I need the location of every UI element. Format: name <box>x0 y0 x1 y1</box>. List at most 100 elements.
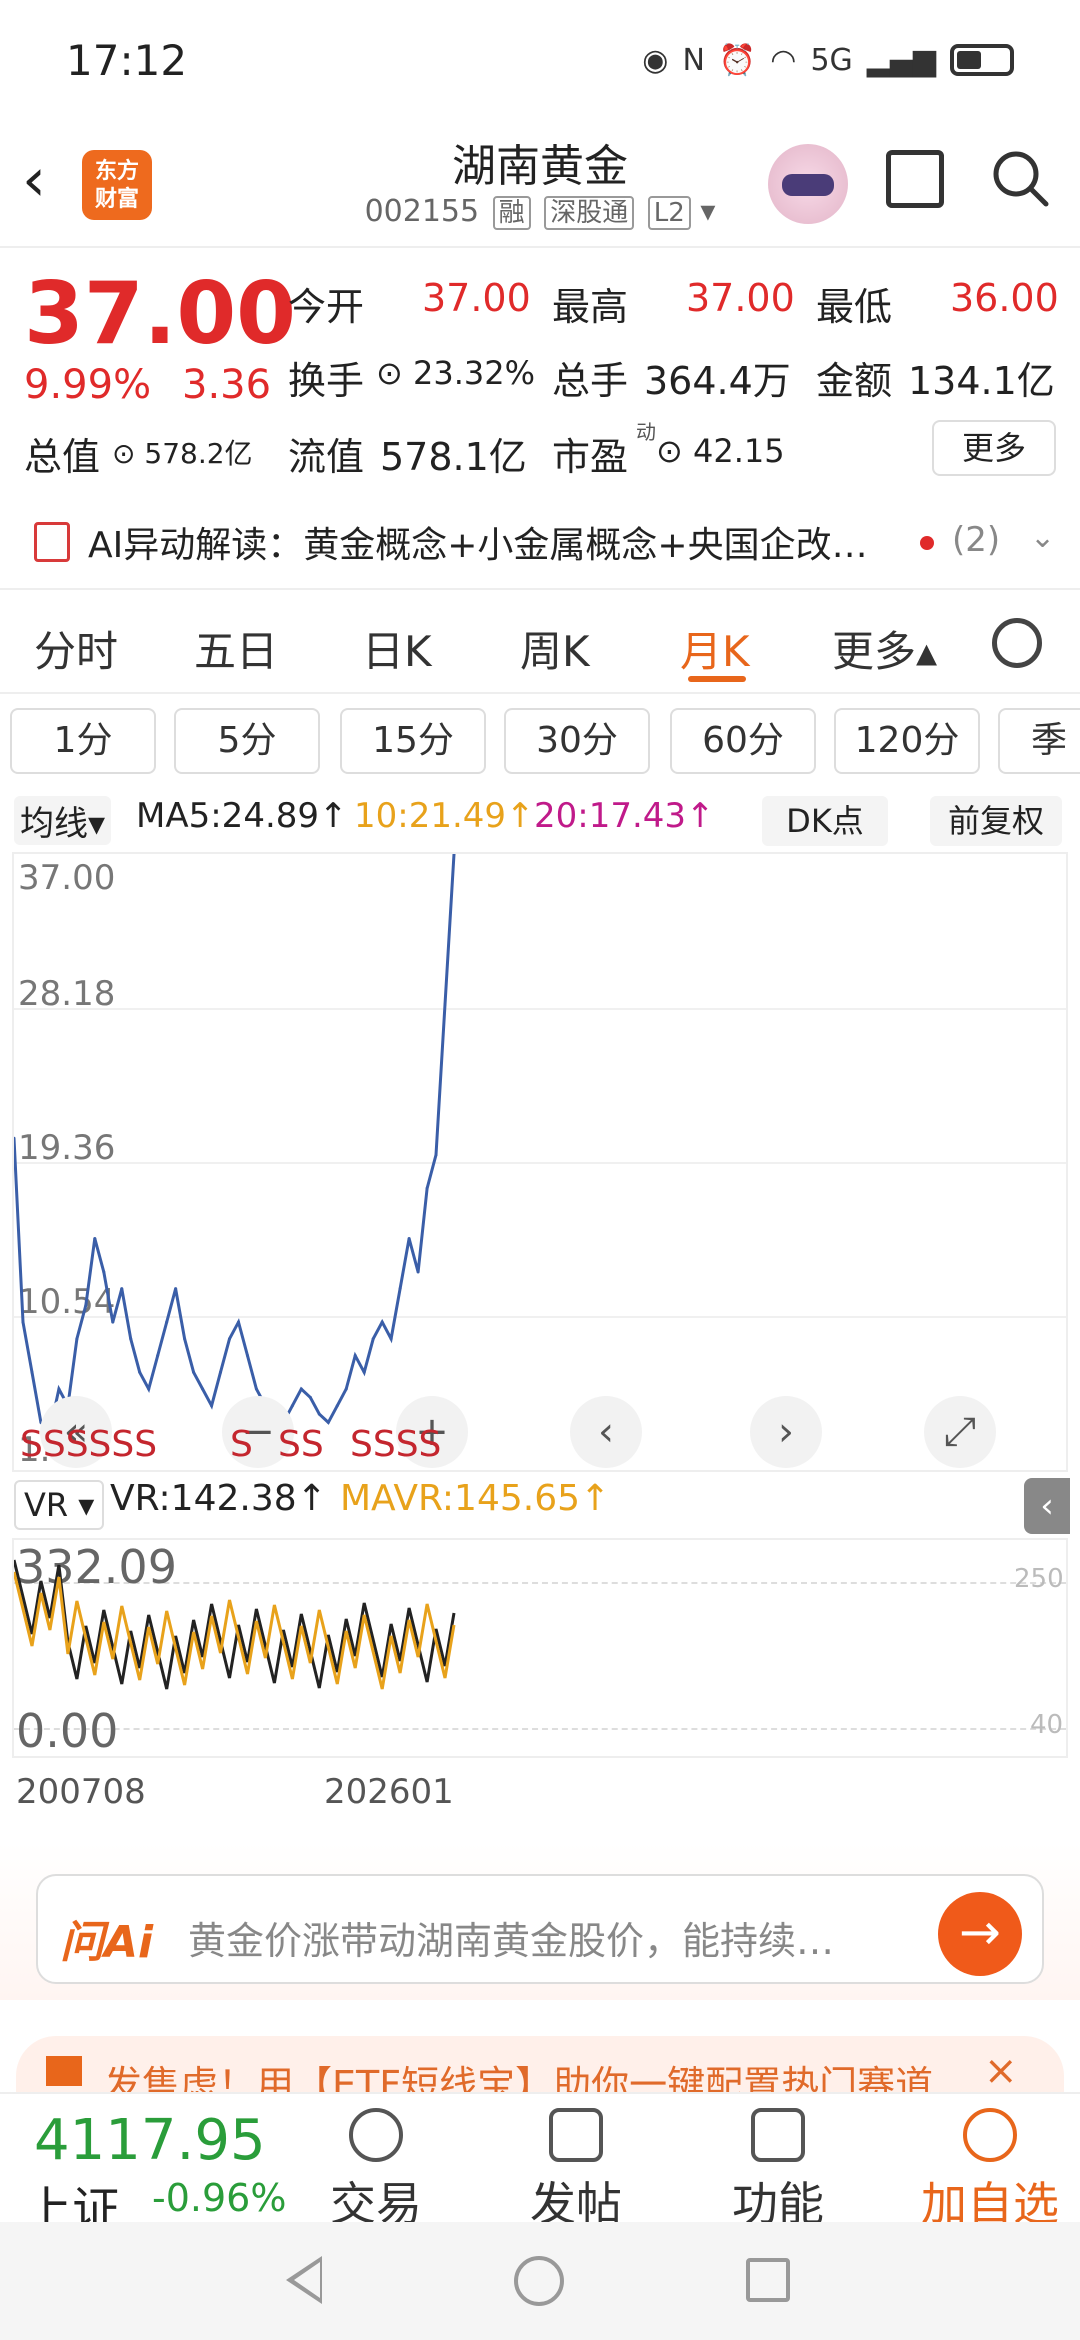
index-value[interactable]: 4117.95 <box>34 2108 266 2173</box>
interval-quarter[interactable]: 季 <box>998 708 1080 774</box>
price-point <box>129 1337 133 1341</box>
turnover-value: ⊙ 23.32% <box>376 354 535 392</box>
price-point <box>210 1404 214 1408</box>
interval-30m[interactable]: 30分 <box>504 708 650 774</box>
price-point <box>434 1153 438 1157</box>
system-recents-icon[interactable] <box>746 2258 790 2302</box>
system-home-icon[interactable] <box>514 2256 564 2306</box>
price-point <box>84 1303 88 1307</box>
price-point <box>407 1237 411 1241</box>
megaphone-icon <box>46 2056 82 2086</box>
tab-weekly[interactable]: 周K <box>520 618 590 679</box>
turnover-stat: 换手 <box>288 359 365 403</box>
post-button[interactable]: 发帖 <box>506 2108 646 2234</box>
high-stat: 最高 <box>552 285 629 329</box>
price-series-line <box>14 854 456 1434</box>
volume-stat: 总手 <box>552 359 629 403</box>
expand-icon[interactable]: ⤢ <box>924 1396 996 1468</box>
gear-icon[interactable] <box>992 618 1042 668</box>
share-icon[interactable] <box>886 150 944 208</box>
ai-doc-icon <box>34 522 70 562</box>
chevron-left-icon[interactable]: ‹ <box>570 1396 642 1468</box>
system-back-icon[interactable] <box>286 2256 322 2304</box>
battery-icon <box>950 44 1014 76</box>
plus-circle-icon <box>963 2108 1017 2162</box>
price-point <box>371 1337 375 1341</box>
tag-margin: 融 <box>492 196 531 230</box>
pe-sup: 动 <box>636 420 656 444</box>
pe-value: ⊙ 42.15 <box>656 432 785 470</box>
low-stat: 最低 <box>816 285 893 329</box>
unread-dot <box>920 536 934 550</box>
status-bar: 17:12 ◉ N ⏰ ◠ 5G ▂▄▆ <box>0 0 1080 120</box>
open-value: 37.00 <box>422 276 531 320</box>
more-button[interactable]: 更多 <box>932 420 1056 476</box>
edit-icon <box>549 2108 603 2162</box>
interval-1m[interactable]: 1分 <box>10 708 156 774</box>
price-point <box>21 1320 25 1324</box>
chevron-down-icon[interactable]: ⌄ <box>1030 520 1055 555</box>
price-point <box>416 1270 420 1274</box>
vr-series-line <box>14 1571 456 1690</box>
interval-60m[interactable]: 60分 <box>670 708 816 774</box>
promo-banner[interactable]: 发售虑！用【ETF短线宝】助你一键配置热门赛道 × <box>16 2036 1064 2098</box>
price-point <box>380 1320 384 1324</box>
ma5-value: MA5:24.89↑ <box>136 796 348 836</box>
dk-point-button[interactable]: DK点 <box>762 796 888 846</box>
float-stat: 流值 <box>288 435 365 479</box>
tab-daily[interactable]: 日K <box>362 618 432 679</box>
signal-marks: S <box>230 1424 253 1465</box>
price-point <box>192 1370 196 1374</box>
amount-value: 134.1亿 <box>908 359 1055 403</box>
price-point <box>93 1237 97 1241</box>
ai-insight-bar[interactable]: AI异动解读：黄金概念+小金属概念+央国企改… <box>0 500 1080 584</box>
trade-button[interactable]: 交易 <box>306 2108 446 2234</box>
price-point <box>102 1270 106 1274</box>
price-point <box>75 1337 79 1341</box>
chart-tabs: 分时 五日 日K 周K 月K 更多▴ <box>0 588 1080 694</box>
ai-robot-icon[interactable] <box>768 144 848 224</box>
ma-selector[interactable]: 均线▾ <box>14 796 112 845</box>
add-watchlist-button[interactable]: 加自选 <box>910 2108 1070 2234</box>
volume-value: 364.4万 <box>644 359 791 403</box>
price-point <box>308 1395 312 1399</box>
price-point <box>389 1337 393 1341</box>
grid-icon <box>751 2108 805 2162</box>
low-value: 36.00 <box>950 276 1059 320</box>
active-tab-indicator <box>688 676 746 682</box>
signal-marks: SS <box>278 1424 324 1465</box>
interval-selector: 1分 5分 15分 30分 60分 120分 季 <box>0 708 1080 778</box>
tab-five-day[interactable]: 五日 <box>194 618 278 679</box>
price-point <box>362 1370 366 1374</box>
change-amount: 3.36 <box>182 362 272 408</box>
tab-monthly[interactable]: 月K <box>680 618 750 679</box>
interval-5m[interactable]: 5分 <box>174 708 320 774</box>
price-point <box>174 1287 178 1291</box>
price-point <box>344 1387 348 1391</box>
chevron-right-icon[interactable]: › <box>750 1396 822 1468</box>
interval-15m[interactable]: 15分 <box>340 708 486 774</box>
ask-ai-input[interactable]: 问Ai 黄金价涨带动湖南黄金股价，能持续… → <box>36 1874 1044 1984</box>
price-point <box>236 1320 240 1324</box>
collapse-icon[interactable]: ‹ <box>1024 1478 1070 1534</box>
amount-stat: 金额 <box>816 359 893 403</box>
interval-120m[interactable]: 120分 <box>834 708 980 774</box>
vr-chart[interactable]: 332.09 0.00 250 40 <box>12 1538 1068 1758</box>
arrow-right-icon[interactable]: → <box>938 1892 1022 1976</box>
ma20-value: 20:17.43↑ <box>534 796 715 836</box>
close-icon[interactable]: × <box>984 2048 1018 2094</box>
wifi-icon: ◠ <box>770 42 797 78</box>
tab-more[interactable]: 更多▴ <box>832 618 937 679</box>
price-point <box>425 1186 429 1190</box>
signal-label: 5G <box>810 42 853 78</box>
vr-value: VR:142.38↑ <box>110 1478 327 1519</box>
price-point <box>147 1387 151 1391</box>
high-value: 37.00 <box>686 276 795 320</box>
price-chart[interactable]: 37.00 28.18 19.36 10.54 1.71 <box>12 852 1068 1472</box>
search-icon[interactable] <box>990 148 1050 208</box>
function-button[interactable]: 功能 <box>708 2108 848 2234</box>
tab-intraday[interactable]: 分时 <box>34 618 118 679</box>
index-change[interactable]: -0.96% <box>152 2176 286 2220</box>
price-point <box>228 1337 232 1341</box>
adjust-button[interactable]: 前复权 <box>930 796 1062 846</box>
